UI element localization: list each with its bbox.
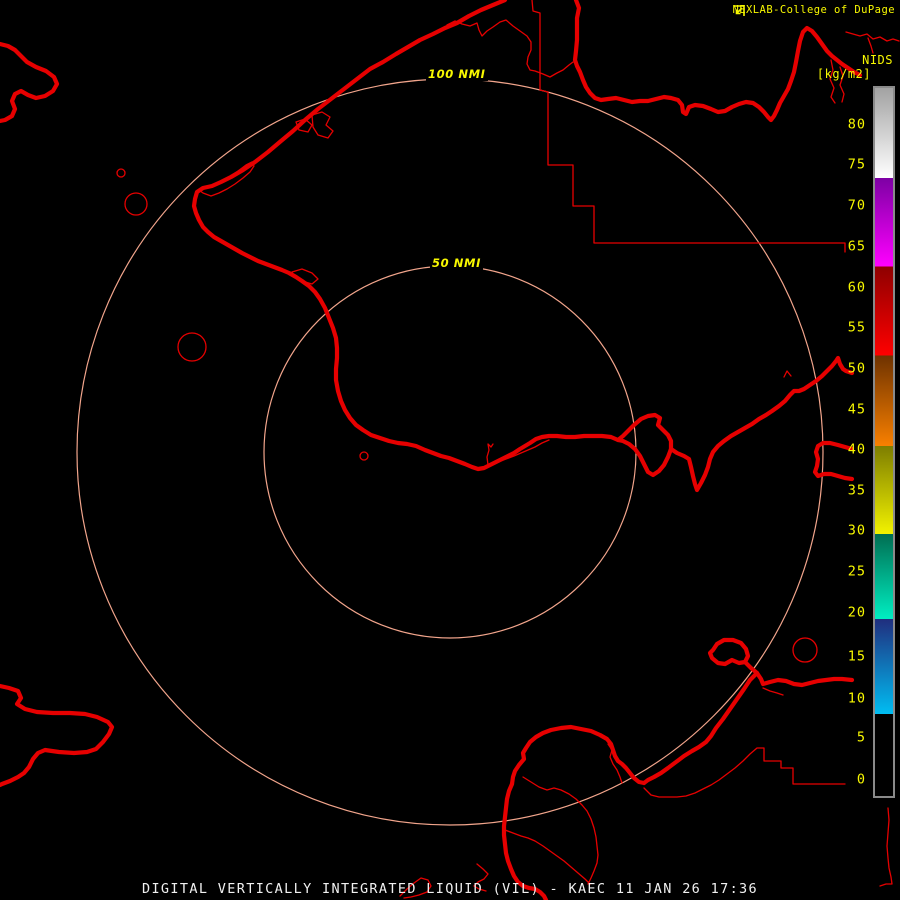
boundary-lines	[116, 0, 900, 899]
islet-circle-b	[124, 192, 148, 216]
product-title: DIGITAL VERTICALLY INTEGRATED LIQUID (VI…	[141, 881, 759, 897]
islet-circle-e	[359, 451, 369, 461]
colorbar-tick-label: 75	[847, 156, 866, 173]
line-northeast-corner	[845, 31, 900, 42]
river-right-edge	[879, 807, 893, 887]
colorbar-units: [kg/m2]	[816, 67, 871, 81]
corner-arrow-icon	[734, 5, 746, 16]
range-ring-label-100nmi: 100 NMI	[426, 67, 488, 81]
colorbar-tick-label: 15	[847, 648, 866, 665]
brand-text: NEXLAB-College of DuPage	[732, 4, 895, 16]
colorbar-scale-name: NIDS	[862, 53, 893, 67]
colorbar-tick-label: 80	[847, 116, 866, 133]
colorbar-tick-label: 25	[847, 563, 866, 580]
delta-channel-a	[522, 776, 599, 885]
radar-map	[0, 0, 900, 900]
colorbar-tick-label: 35	[847, 482, 866, 499]
island-ring-southeast	[707, 637, 751, 667]
delta-channel-c	[504, 829, 591, 885]
island-northwest-corner	[0, 41, 60, 124]
coastline-outlines	[0, 0, 863, 900]
colorbar-tick-label: 45	[847, 401, 866, 418]
colorbar-gradient	[875, 88, 893, 796]
header-brand: NEXLAB-College of DuPage	[732, 4, 895, 16]
islet-circle-a	[116, 168, 126, 178]
wisp-east	[783, 370, 792, 378]
shore-detail-east	[762, 687, 784, 696]
colorbar-tick-label: 65	[847, 238, 866, 255]
radar-viewport: 100 NMI 50 NMI NEXLAB-College of DuPage …	[0, 0, 900, 900]
island-southwest	[0, 683, 115, 788]
colorbar-tick-label: 40	[847, 441, 866, 458]
coastline-south-dome	[509, 724, 647, 787]
colorbar-tick-label: 30	[847, 522, 866, 539]
colorbar-tick-label: 60	[847, 279, 866, 296]
islet-circle-d	[792, 637, 818, 663]
range-ring-50nmi	[263, 265, 637, 639]
colorbar	[873, 86, 895, 798]
coastline-lake-loop	[615, 412, 674, 478]
colorbar-tick-label: 70	[847, 197, 866, 214]
coastline-main-west	[191, 0, 621, 472]
colorbar-heading: NIDS [kg/m2]	[817, 53, 893, 81]
coastline-southeast-spur	[742, 659, 855, 688]
islet-circle-c	[177, 332, 207, 362]
coastline-east-bay	[668, 355, 855, 493]
lagoon-islet-b	[311, 111, 334, 139]
colorbar-tick-label: 10	[847, 690, 866, 707]
range-ring-label-50nmi: 50 NMI	[430, 256, 483, 270]
coastline-right-inlet	[812, 440, 855, 482]
colorbar-tick-label: 50	[847, 360, 866, 377]
colorbar-tick-label: 5	[856, 729, 866, 746]
colorbar-tick-label: 0	[856, 771, 866, 788]
political-boundary-southeast	[643, 747, 846, 798]
branch-northeast-corner	[867, 37, 874, 54]
colorbar-tick-label: 55	[847, 319, 866, 336]
colorbar-tick-label: 20	[847, 604, 866, 621]
